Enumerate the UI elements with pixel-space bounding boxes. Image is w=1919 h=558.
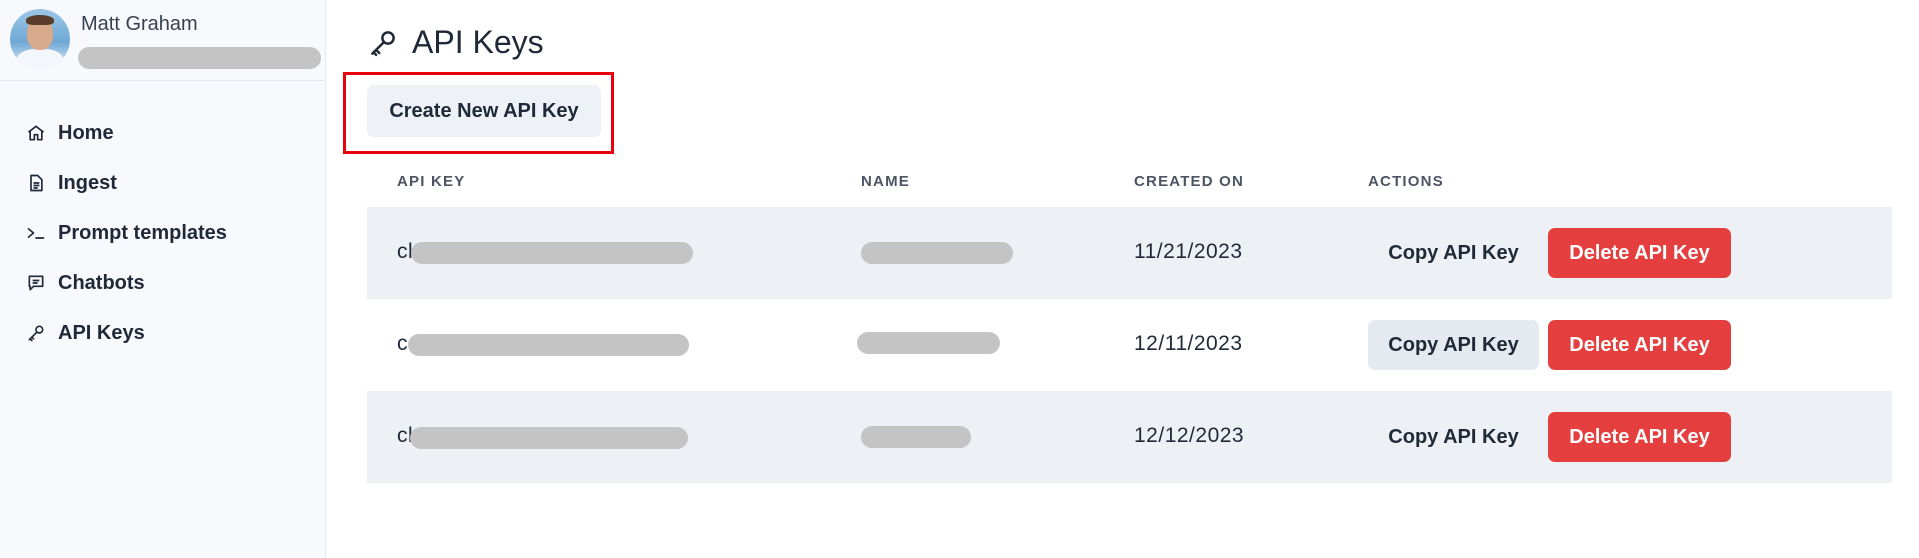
copy-api-key-button[interactable]: Copy API Key — [1368, 412, 1539, 462]
table-row: cl 11/21/2023 Copy API Key Delete API Ke… — [367, 207, 1892, 299]
column-header-actions: ACTIONS — [1368, 173, 1444, 190]
table-row: c 12/11/2023 Copy API Key Delete API Key — [367, 299, 1892, 391]
name-redacted — [857, 332, 1000, 354]
sidebar-item-ingest[interactable]: Ingest — [0, 158, 326, 208]
api-key-cell: c — [397, 332, 408, 355]
sidebar-item-home[interactable]: Home — [0, 108, 326, 158]
key-icon — [28, 325, 44, 342]
api-key-redacted — [411, 242, 693, 264]
highlight-annotation — [343, 72, 614, 154]
chat-icon — [28, 275, 44, 291]
copy-api-key-button[interactable]: Copy API Key — [1368, 228, 1539, 278]
api-key-redacted — [408, 334, 689, 356]
delete-api-key-button[interactable]: Delete API Key — [1548, 412, 1731, 462]
created-on-cell: 12/11/2023 — [1134, 332, 1243, 355]
delete-api-key-button[interactable]: Delete API Key — [1548, 320, 1731, 370]
name-redacted — [861, 242, 1013, 264]
avatar[interactable] — [10, 9, 70, 69]
user-profile[interactable]: Matt Graham — [0, 0, 326, 81]
name-redacted — [861, 426, 971, 448]
sidebar-nav: Home Ingest Prompt templates Chatbots AP… — [0, 108, 326, 358]
sidebar-item-label: Ingest — [58, 171, 117, 194]
delete-api-key-button[interactable]: Delete API Key — [1548, 228, 1731, 278]
terminal-icon — [27, 228, 45, 239]
api-keys-table: API KEY NAME CREATED ON ACTIONS cl 11/21… — [367, 160, 1892, 483]
table-row: cl 12/12/2023 Copy API Key Delete API Ke… — [367, 391, 1892, 483]
key-icon — [371, 30, 395, 56]
sidebar-item-label: Prompt templates — [58, 221, 227, 244]
document-icon — [30, 174, 43, 192]
api-key-redacted — [410, 427, 688, 449]
created-on-cell: 12/12/2023 — [1134, 424, 1245, 447]
page-header: API Keys — [368, 24, 544, 61]
sidebar-item-prompt-templates[interactable]: Prompt templates — [0, 208, 326, 258]
created-on-cell: 11/21/2023 — [1134, 240, 1243, 263]
sidebar-item-label: API Keys — [58, 321, 145, 344]
column-header-name: NAME — [861, 173, 910, 190]
user-name: Matt Graham — [81, 13, 198, 35]
copy-api-key-button[interactable]: Copy API Key — [1368, 320, 1539, 370]
user-email-redacted — [78, 47, 321, 69]
sidebar-item-api-keys[interactable]: API Keys — [0, 308, 326, 358]
sidebar-item-chatbots[interactable]: Chatbots — [0, 258, 326, 308]
page-title: API Keys — [412, 24, 544, 60]
home-icon — [27, 125, 45, 141]
column-header-api-key: API KEY — [397, 173, 466, 190]
sidebar: Matt Graham Home Ingest Prompt templates — [0, 0, 326, 558]
table-header: API KEY NAME CREATED ON ACTIONS — [367, 160, 1892, 207]
column-header-created-on: CREATED ON — [1134, 173, 1245, 190]
sidebar-item-label: Chatbots — [58, 271, 145, 294]
sidebar-item-label: Home — [58, 121, 114, 144]
